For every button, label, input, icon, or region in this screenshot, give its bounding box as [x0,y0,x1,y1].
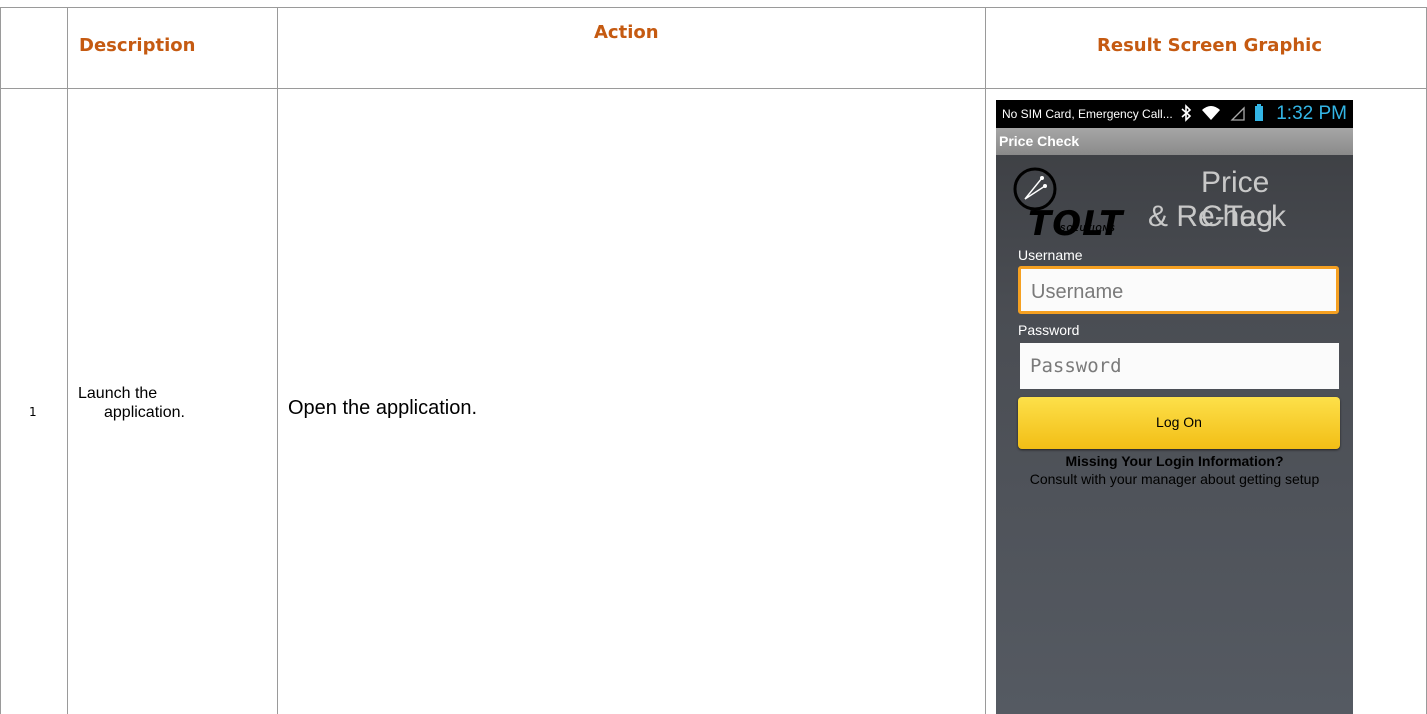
password-placeholder: Password [1030,355,1122,377]
row-action: Open the application. [288,397,478,419]
missing-login-title: Missing Your Login Information? [1065,453,1284,469]
log-on-button[interactable]: Log On [1018,397,1340,449]
username-placeholder: Username [1031,281,1124,303]
battery-icon [1255,104,1264,121]
header-description: Description [79,35,196,56]
app-bar-title: Price Check [999,133,1080,149]
signal-icon [1230,106,1245,121]
bluetooth-icon [1181,104,1192,122]
status-text: No SIM Card, Emergency Call... [1002,107,1173,121]
table-border-left [0,8,1,714]
table-divider-action [985,8,986,714]
row-number: 1 [29,405,37,419]
result-screen-graphic: No SIM Card, Emergency Call... 1:32 PM P… [996,100,1353,714]
table-divider-description [277,8,278,714]
password-label: Password [1018,322,1080,338]
row-description-line1: Launch the [78,385,158,402]
wifi-icon [1202,106,1221,120]
table-header-divider [0,88,1427,89]
username-label: Username [1018,247,1083,263]
app-title-line2: & Re-Tag [1148,200,1274,233]
log-on-label: Log On [1156,414,1202,430]
username-input[interactable]: Username [1018,266,1339,314]
table-border-top [0,7,1427,8]
logo-subtext: SOLUTIONS [1060,224,1116,233]
missing-login-text: Consult with your manager about getting … [1029,471,1320,487]
app-bar: Price Check [996,128,1353,155]
header-action: Action [594,22,659,43]
table-divider-number [67,8,68,714]
row-description-line2: application. [104,404,185,421]
password-input[interactable]: Password [1020,343,1339,389]
header-result: Result Screen Graphic [1097,35,1322,56]
status-time: 1:32 PM [1276,103,1347,124]
status-bar: No SIM Card, Emergency Call... 1:32 PM [996,100,1353,128]
status-icons [1179,104,1264,122]
